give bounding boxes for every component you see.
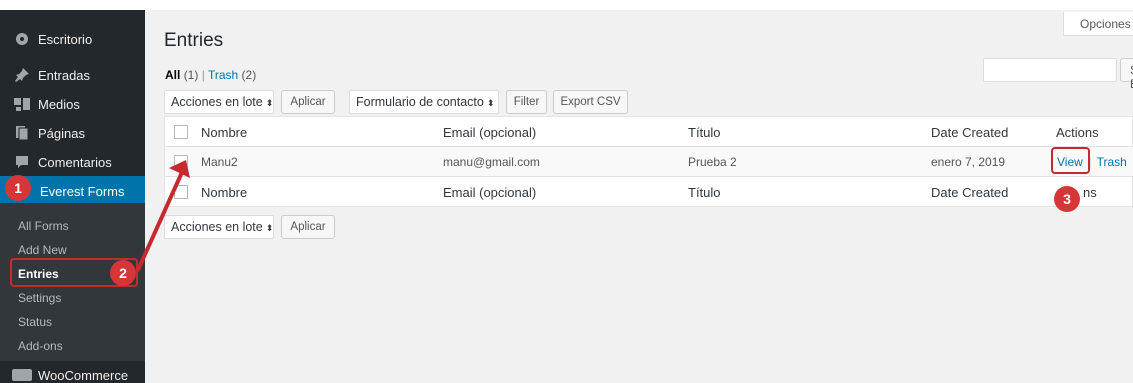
cell-email: manu@gmail.com <box>443 155 540 169</box>
submenu-add-ons[interactable]: Add-ons <box>18 339 63 353</box>
sidebar-item-label: Everest Forms <box>40 183 125 199</box>
bulk-actions-select-bottom[interactable]: Acciones en lote ⬍ <box>164 215 274 239</box>
view-all-link[interactable]: All (1) <box>165 68 198 82</box>
annotation-badge-3: 3 <box>1054 186 1080 212</box>
submenu-settings[interactable]: Settings <box>18 291 61 305</box>
page-title: Entries <box>164 30 224 51</box>
annotation-badge-1: 1 <box>5 175 31 201</box>
search-button[interactable]: Search Entries <box>1120 58 1133 91</box>
media-icon <box>12 97 32 111</box>
sidebar-item-label: Escritorio <box>38 31 93 47</box>
column-header-actions: Actions <box>1056 125 1099 140</box>
view-trash-link[interactable]: Trash (2) <box>208 68 256 82</box>
cell-date: enero 7, 2019 <box>931 155 1006 169</box>
cell-nombre: Manu2 <box>201 155 238 169</box>
sidebar-item-woocommerce[interactable]: WooCommerce <box>0 366 145 383</box>
sidebar-item-label: Entradas <box>38 67 91 83</box>
pin-icon <box>12 67 32 83</box>
sidebar-item-entradas[interactable]: Entradas <box>0 60 145 90</box>
screen-options-button[interactable]: Opciones de pantalla <box>1063 12 1133 36</box>
sidebar-item-label: Páginas <box>38 125 85 141</box>
column-header-titulo[interactable]: Título <box>688 125 721 140</box>
active-menu-arrow <box>145 176 155 200</box>
sidebar-item-comentarios[interactable]: Comentarios <box>0 147 145 177</box>
column-header-email[interactable]: Email (opcional) <box>443 125 536 140</box>
table-header-row: Nombre Email (opcional) Título Date Crea… <box>165 117 1133 147</box>
entries-table: Nombre Email (opcional) Título Date Crea… <box>164 116 1133 207</box>
column-footer-date[interactable]: Date Created <box>931 185 1008 200</box>
view-filters: All (1) | Trash (2) <box>165 68 257 82</box>
column-footer-nombre[interactable]: Nombre <box>201 185 247 200</box>
sidebar-item-paginas[interactable]: Páginas <box>0 118 145 148</box>
row-checkbox[interactable] <box>174 155 188 169</box>
table-row: Manu2 manu@gmail.com Prueba 2 enero 7, 2… <box>165 147 1133 177</box>
cell-titulo: Prueba 2 <box>688 155 737 169</box>
trash-entry-link[interactable]: Trash <box>1097 155 1127 169</box>
select-all-checkbox-footer[interactable] <box>174 185 188 199</box>
submenu-status[interactable]: Status <box>18 315 52 329</box>
column-header-date[interactable]: Date Created <box>931 125 1008 140</box>
select-arrows-icon: ⬍ <box>265 98 274 108</box>
pages-icon <box>12 126 32 140</box>
annotation-badge-2: 2 <box>110 260 136 286</box>
top-strip <box>0 0 1133 10</box>
woocommerce-icon <box>12 369 32 381</box>
column-footer-titulo[interactable]: Título <box>688 185 721 200</box>
apply-button-bottom[interactable]: Aplicar <box>281 215 335 239</box>
filter-button[interactable]: Filter <box>506 90 547 114</box>
apply-button-top[interactable]: Aplicar <box>281 90 335 114</box>
export-csv-button[interactable]: Export CSV <box>553 90 628 114</box>
select-arrows-icon: ⬍ <box>265 223 274 233</box>
table-footer-row: Nombre Email (opcional) Título Date Crea… <box>165 177 1133 208</box>
select-all-checkbox[interactable] <box>174 125 188 139</box>
column-footer-actions: ns <box>1083 185 1097 200</box>
bulk-actions-select-top[interactable]: Acciones en lote ⬍ <box>164 90 274 114</box>
sidebar-item-label: WooCommerce <box>38 368 129 383</box>
submenu-add-new[interactable]: Add New <box>18 243 67 257</box>
dashboard-icon <box>12 32 32 46</box>
sidebar-item-medios[interactable]: Medios <box>0 89 145 119</box>
column-header-nombre[interactable]: Nombre <box>201 125 247 140</box>
search-input[interactable] <box>983 58 1117 82</box>
select-arrows-icon: ⬍ <box>486 98 495 108</box>
sidebar-item-label: Comentarios <box>38 154 112 170</box>
sidebar-item-label: Medios <box>38 96 80 112</box>
column-footer-email[interactable]: Email (opcional) <box>443 185 536 200</box>
sidebar-item-escritorio[interactable]: Escritorio <box>0 24 145 54</box>
form-select[interactable]: Formulario de contacto ⬍ <box>349 90 499 114</box>
submenu-all-forms[interactable]: All Forms <box>18 219 69 233</box>
comments-icon <box>12 155 32 169</box>
highlight-view-link <box>1051 147 1090 174</box>
